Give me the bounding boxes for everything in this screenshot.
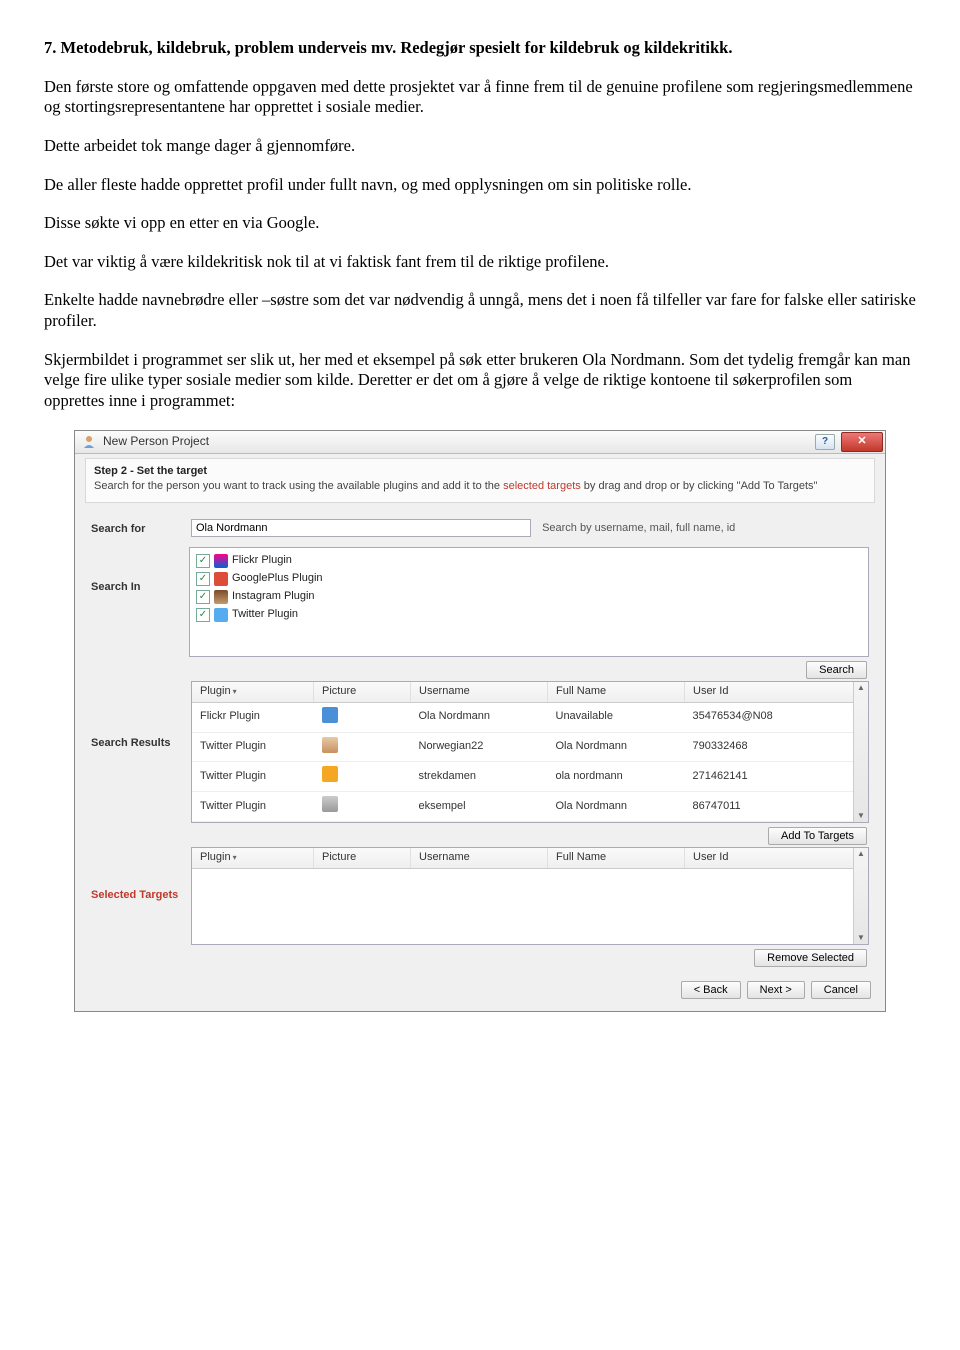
col-plugin[interactable]: Plugin▾ [192,682,314,702]
sort-icon: ▾ [233,687,237,696]
app-icon [81,434,97,450]
col-fullname[interactable]: Full Name [548,682,685,702]
scroll-down-icon: ▼ [857,932,865,944]
scrollbar[interactable]: ▲▼ [853,848,868,944]
cell-picture [314,762,411,792]
cell-plugin: Flickr Plugin [192,702,314,732]
table-row[interactable]: Twitter Plugin eksempelOla Nordmann867470… [192,792,868,822]
plugin-item-flickr[interactable]: ✓ Flickr Plugin [194,552,864,570]
cell-userid: 790332468 [685,732,868,762]
col-plugin[interactable]: Plugin▾ [192,848,314,868]
table-row[interactable]: Flickr Plugin Ola NordmannUnavailable3547… [192,702,868,732]
checkbox-icon[interactable]: ✓ [196,572,210,586]
plugin-list: ✓ Flickr Plugin ✓ GooglePlus Plugin ✓ [189,547,869,657]
paragraph: Den første store og omfattende oppgaven … [44,77,916,118]
cell-username: Norwegian22 [411,732,548,762]
help-button[interactable]: ? [815,434,835,450]
close-button[interactable]: ✕ [841,432,883,452]
targets-table: Plugin▾ Picture Username Full Name User … [191,847,869,945]
plugin-label: Twitter Plugin [232,608,298,622]
cell-userid: 35476534@N08 [685,702,868,732]
close-icon: ✕ [857,435,866,449]
plugin-label: Flickr Plugin [232,554,292,568]
plugin-label: GooglePlus Plugin [232,572,323,586]
plugin-item-twitter[interactable]: ✓ Twitter Plugin [194,606,864,624]
search-for-input[interactable] [191,519,531,537]
dialog-window: New Person Project ? ✕ Step 2 - Set the … [74,430,886,1013]
col-fullname[interactable]: Full Name [548,848,685,868]
plugin-item-instagram[interactable]: ✓ Instagram Plugin [194,588,864,606]
flickr-icon [214,554,228,568]
cell-username: strekdamen [411,762,548,792]
instagram-icon [214,590,228,604]
cell-picture [314,702,411,732]
paragraph: Det var viktig å være kildekritisk nok t… [44,252,916,273]
avatar [322,707,338,723]
title-bar: New Person Project ? ✕ [75,431,885,454]
scroll-up-icon: ▲ [857,682,865,694]
col-username[interactable]: Username [411,682,548,702]
search-for-label: Search for [91,519,191,537]
sort-icon: ▾ [233,853,237,862]
section-heading: 7. Metodebruk, kildebruk, problem underv… [44,38,916,59]
plugin-label: Instagram Plugin [232,590,315,604]
remove-selected-button[interactable]: Remove Selected [754,949,867,967]
next-button[interactable]: Next > [747,981,805,999]
cell-username: eksempel [411,792,548,822]
cell-picture [314,732,411,762]
cell-fullname: ola nordmann [548,762,685,792]
paragraph: Disse søkte vi opp en etter en via Googl… [44,213,916,234]
selected-targets-label: Selected Targets [91,847,191,903]
col-picture[interactable]: Picture [314,682,411,702]
back-button[interactable]: < Back [681,981,741,999]
col-username[interactable]: Username [411,848,548,868]
search-button[interactable]: Search [806,661,867,679]
avatar [322,796,338,812]
scroll-down-icon: ▼ [857,810,865,822]
col-userid[interactable]: User Id [685,682,868,702]
cancel-button[interactable]: Cancel [811,981,871,999]
paragraph: Skjermbildet i programmet ser slik ut, h… [44,350,916,412]
results-table: Plugin▾ Picture Username Full Name User … [191,681,869,823]
cell-fullname: Ola Nordmann [548,732,685,762]
search-in-label: Search In [91,547,189,595]
table-row[interactable]: Twitter Plugin strekdamenola nordmann2714… [192,762,868,792]
paragraph: De aller fleste hadde opprettet profil u… [44,175,916,196]
cell-userid: 271462141 [685,762,868,792]
cell-plugin: Twitter Plugin [192,732,314,762]
step-title: Step 2 - Set the target [94,465,866,479]
add-to-targets-button[interactable]: Add To Targets [768,827,867,845]
plugin-item-googleplus[interactable]: ✓ GooglePlus Plugin [194,570,864,588]
cell-fullname: Unavailable [548,702,685,732]
cell-fullname: Ola Nordmann [548,792,685,822]
cell-userid: 86747011 [685,792,868,822]
avatar [322,766,338,782]
col-userid[interactable]: User Id [685,848,868,868]
table-row[interactable]: Twitter Plugin Norwegian22Ola Nordmann790… [192,732,868,762]
cell-username: Ola Nordmann [411,702,548,732]
scroll-up-icon: ▲ [857,848,865,860]
cell-plugin: Twitter Plugin [192,792,314,822]
search-hint: Search by username, mail, full name, id [542,522,735,536]
step-header: Step 2 - Set the target Search for the p… [85,458,875,504]
wizard-footer: < Back Next > Cancel [85,973,875,1001]
cell-plugin: Twitter Plugin [192,762,314,792]
avatar [322,737,338,753]
window-title: New Person Project [103,434,815,449]
checkbox-icon[interactable]: ✓ [196,608,210,622]
cell-picture [314,792,411,822]
paragraph: Enkelte hadde navnebrødre eller –søstre … [44,290,916,331]
googleplus-icon [214,572,228,586]
twitter-icon [214,608,228,622]
checkbox-icon[interactable]: ✓ [196,554,210,568]
checkbox-icon[interactable]: ✓ [196,590,210,604]
step-description: Search for the person you want to track … [94,480,866,494]
search-results-label: Search Results [91,681,191,751]
paragraph: Dette arbeidet tok mange dager å gjennom… [44,136,916,157]
col-picture[interactable]: Picture [314,848,411,868]
scrollbar[interactable]: ▲▼ [853,682,868,822]
